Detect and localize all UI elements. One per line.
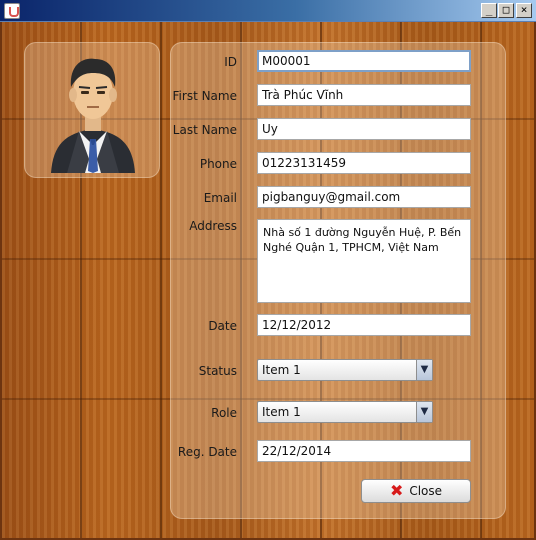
id-label: ID <box>224 55 237 69</box>
phone-label: Phone <box>199 157 237 171</box>
maximize-button[interactable]: □ <box>498 3 514 18</box>
phone-field[interactable]: 01223131459 <box>257 152 471 174</box>
reg-date-field[interactable]: 22/12/2014 <box>257 440 471 462</box>
last-name-label: Last Name <box>172 123 237 137</box>
java-app-icon <box>4 3 20 19</box>
reg-date-label: Reg. Date <box>177 445 237 459</box>
chevron-down-icon[interactable]: ▼ <box>416 402 432 422</box>
last-name-field[interactable]: Uy <box>257 118 471 140</box>
email-label: Email <box>203 191 237 205</box>
first-name-label: First Name <box>172 89 237 103</box>
close-button-label: Close <box>409 484 443 498</box>
status-select[interactable]: Item 1 ▼ <box>257 359 433 381</box>
id-field[interactable]: M00001 <box>257 50 471 72</box>
close-button[interactable]: ✖ Close <box>361 479 471 503</box>
minimize-button[interactable]: _ <box>481 3 497 18</box>
date-field[interactable]: 12/12/2012 <box>257 314 471 336</box>
date-label: Date <box>208 319 237 333</box>
title-bar[interactable]: _ □ × <box>0 0 536 22</box>
role-label: Role <box>211 406 237 420</box>
address-label: Address <box>189 219 237 233</box>
status-selected-value: Item 1 <box>262 363 301 377</box>
status-label: Status <box>198 364 237 378</box>
window-close-button[interactable]: × <box>516 3 532 18</box>
address-textarea[interactable]: Nhà số 1 đường Nguyễn Huệ, P. Bến Nghé Q… <box>257 219 471 303</box>
first-name-field[interactable]: Trà Phúc Vĩnh <box>257 84 471 106</box>
businessman-avatar-icon <box>51 58 135 173</box>
role-selected-value: Item 1 <box>262 405 301 419</box>
role-select[interactable]: Item 1 ▼ <box>257 401 433 423</box>
email-field[interactable]: pigbanguy@gmail.com <box>257 186 471 208</box>
chevron-down-icon[interactable]: ▼ <box>416 360 432 380</box>
close-icon: ✖ <box>389 481 404 500</box>
